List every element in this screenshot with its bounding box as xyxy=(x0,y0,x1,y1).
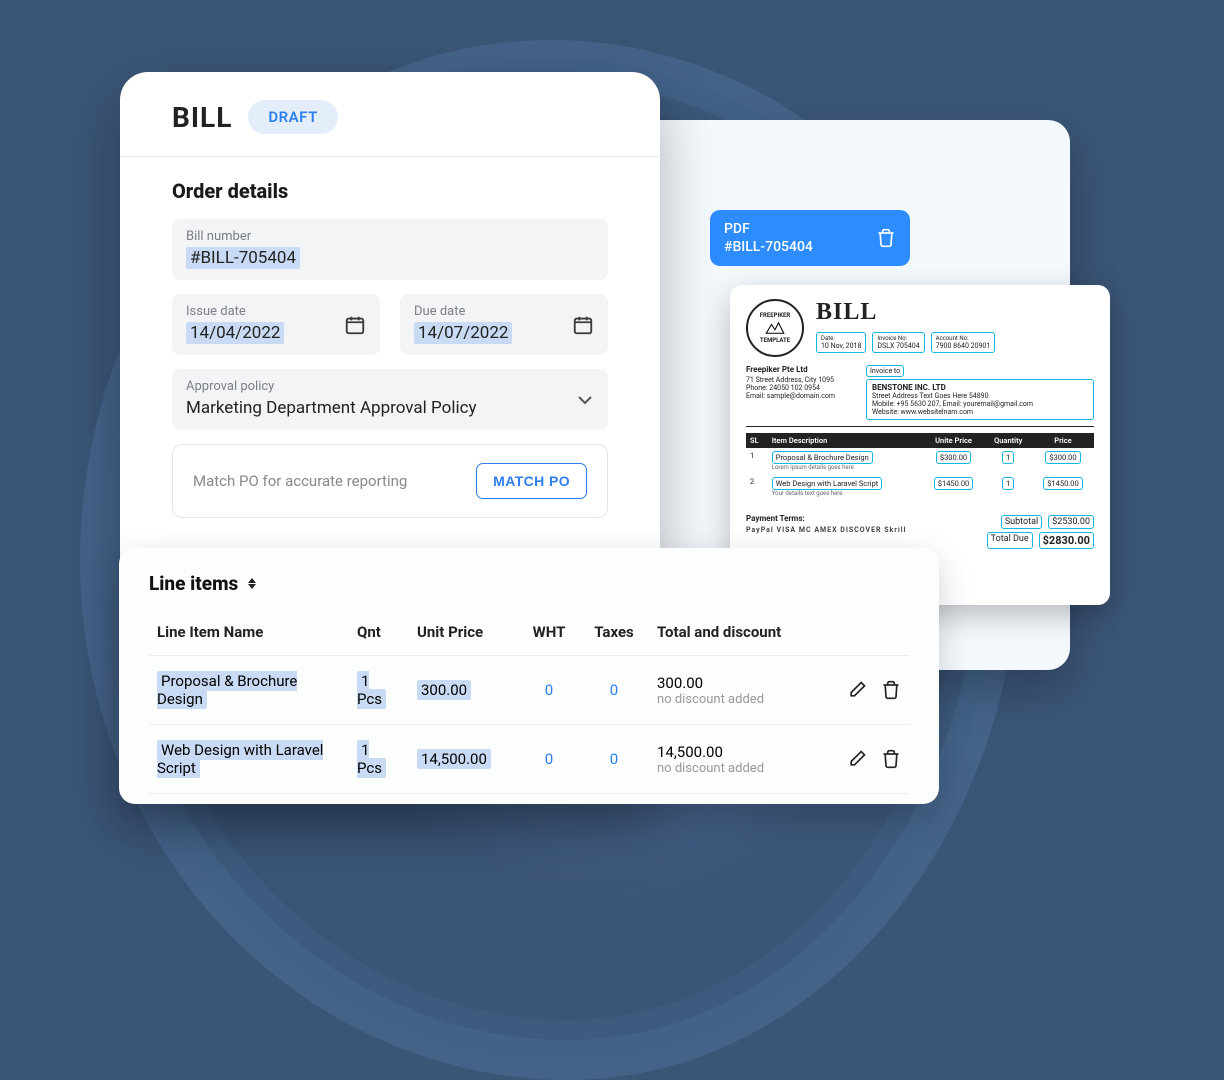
invoice-line-table: SL Item Description Unite Price Quantity… xyxy=(746,433,1094,500)
discount-note: no discount added xyxy=(657,692,821,707)
invoice-to: BENSTONE INC. LTD Street Address Text Go… xyxy=(866,379,1094,420)
invoice-title: BILL xyxy=(816,299,1094,326)
due-date-value: 14/07/2022 xyxy=(414,322,512,344)
col-wht: WHT xyxy=(519,613,579,656)
line-item-unit: 14,500.00 xyxy=(417,749,491,769)
invoice-date-box: Date: 10 Nov, 2018 xyxy=(816,332,866,353)
sort-icon[interactable] xyxy=(248,578,256,589)
line-item-unit: 300.00 xyxy=(417,680,471,700)
pdf-id: #BILL-705404 xyxy=(724,238,813,256)
col-qnt: Qnt xyxy=(349,613,409,656)
invoice-row: 1 Proposal & Brochure DesignLorem ipsum … xyxy=(746,448,1094,474)
col-unit: Unit Price xyxy=(409,613,519,656)
line-item-total: 300.00 xyxy=(657,674,821,692)
trash-icon[interactable] xyxy=(881,749,901,769)
approval-policy-value: Marketing Department Approval Policy xyxy=(186,398,594,418)
line-item-name: Web Design with Laravel Script xyxy=(157,740,323,778)
match-po-box: Match PO for accurate reporting MATCH PO xyxy=(172,444,608,518)
order-details-heading: Order details xyxy=(172,179,608,203)
col-name: Line Item Name xyxy=(149,613,349,656)
calendar-icon[interactable] xyxy=(572,314,594,336)
edit-icon[interactable] xyxy=(847,749,867,769)
payment-terms-label: Payment Terms: xyxy=(746,514,906,523)
bill-number-value: #BILL-705404 xyxy=(186,247,300,269)
col-total: Total and discount xyxy=(649,613,829,656)
invoice-from: Freepiker Pte Ltd 71 Street Address, Cit… xyxy=(746,365,856,420)
invoice-no-box: Invoice No: DSLX 705404 xyxy=(872,332,924,353)
account-no-box: Account No: 7900 8640 20901 xyxy=(931,332,996,353)
status-badge: DRAFT xyxy=(248,100,337,134)
page-title: BILL xyxy=(172,101,232,134)
issue-date-value: 14/04/2022 xyxy=(186,322,284,344)
line-items-panel: Line items Line Item Name Qnt Unit Price… xyxy=(119,548,939,804)
brand-stamp: FREEPIKER TEMPLATE xyxy=(746,299,804,357)
approval-policy-select[interactable]: Approval policy Marketing Department App… xyxy=(172,369,608,430)
due-date-field[interactable]: Due date 14/07/2022 xyxy=(400,294,608,355)
edit-icon[interactable] xyxy=(847,680,867,700)
calendar-icon[interactable] xyxy=(344,314,366,336)
invoice-totals: Subtotal$2530.00 Total Due$2830.00 xyxy=(987,512,1094,549)
table-row: Proposal & Brochure Design 1 Pcs 300.00 … xyxy=(149,656,909,725)
invoice-to-label: Invoice to xyxy=(866,365,904,377)
line-items-heading: Line items xyxy=(149,572,238,595)
line-item-name: Proposal & Brochure Design xyxy=(157,671,297,709)
discount-note: no discount added xyxy=(657,761,821,776)
invoice-row: 2 Web Design with Laravel ScriptYour det… xyxy=(746,474,1094,500)
pdf-chip[interactable]: PDF #BILL-705404 xyxy=(710,210,910,266)
line-item-total: 14,500.00 xyxy=(657,743,821,761)
pdf-label: PDF xyxy=(724,220,813,238)
line-item-qnt: 1 Pcs xyxy=(357,671,386,709)
match-po-button[interactable]: MATCH PO xyxy=(476,463,587,499)
chevron-down-icon xyxy=(578,395,592,405)
bill-number-field[interactable]: Bill number #BILL-705404 xyxy=(172,219,608,280)
issue-date-field[interactable]: Issue date 14/04/2022 xyxy=(172,294,380,355)
payment-icons: PayPal VISA MC AMEX DISCOVER Skrill xyxy=(746,526,906,534)
line-item-qnt: 1 Pcs xyxy=(357,740,386,778)
line-item-taxes[interactable]: 0 xyxy=(610,750,618,768)
match-po-text: Match PO for accurate reporting xyxy=(193,472,407,490)
line-item-wht[interactable]: 0 xyxy=(545,681,553,699)
table-row: Web Design with Laravel Script 1 Pcs 14,… xyxy=(149,725,909,794)
line-item-taxes[interactable]: 0 xyxy=(610,681,618,699)
bill-card: BILL DRAFT Order details Bill number #BI… xyxy=(120,72,660,804)
trash-icon[interactable] xyxy=(876,228,896,248)
line-item-wht[interactable]: 0 xyxy=(545,750,553,768)
col-taxes: Taxes xyxy=(579,613,649,656)
line-items-table: Line Item Name Qnt Unit Price WHT Taxes … xyxy=(149,613,909,794)
trash-icon[interactable] xyxy=(881,680,901,700)
